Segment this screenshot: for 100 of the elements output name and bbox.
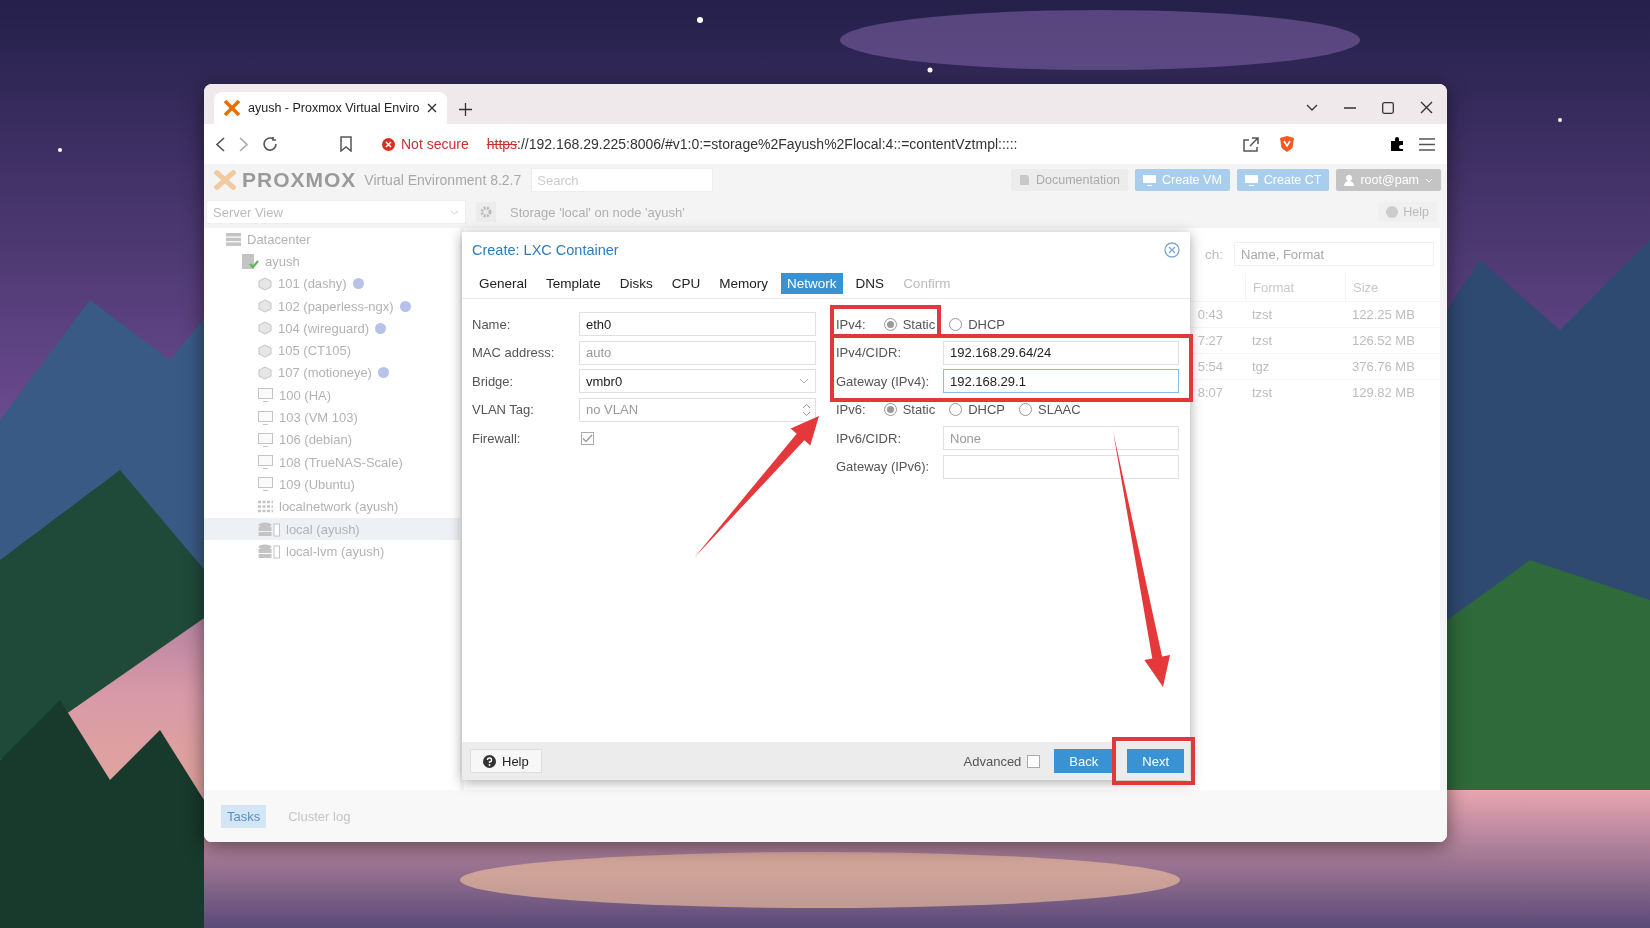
checkbox[interactable] <box>1027 754 1041 768</box>
close-icon[interactable] <box>1420 101 1433 114</box>
back-icon[interactable] <box>216 136 225 152</box>
field-label: Firewall: <box>472 429 522 448</box>
bookmark-icon[interactable] <box>340 136 352 152</box>
tree-item[interactable]: 100 (HA) <box>204 384 460 407</box>
reload-icon[interactable] <box>262 136 278 152</box>
logo-text: PROXMOX <box>242 168 357 192</box>
version-label: Virtual Environment 8.2.7 <box>364 172 522 188</box>
tree-item[interactable]: 108 (TrueNAS-Scale) <box>204 450 460 474</box>
select-field[interactable]: vmbr0 <box>579 369 816 394</box>
puzzle-icon[interactable] <box>1389 136 1405 152</box>
field-label: Gateway (IPv6): <box>836 458 931 477</box>
table-cell: 126.52 MB <box>1345 327 1440 353</box>
tree-item[interactable]: 102 (paperless-ngx) <box>204 294 460 318</box>
tree-item[interactable]: 101 (dashy) <box>204 272 460 295</box>
database-icon <box>258 521 280 537</box>
text-field[interactable] <box>943 454 1179 479</box>
tree-item[interactable]: 105 (CT105) <box>204 339 460 362</box>
header-button[interactable]: Documentation <box>1010 169 1129 191</box>
help-button[interactable]: Help <box>470 749 542 773</box>
caret-icon <box>799 378 809 385</box>
view-select[interactable]: Server View <box>206 200 466 224</box>
cube-icon <box>258 321 272 336</box>
text-field[interactable]: None <box>943 426 1179 451</box>
minimize-icon[interactable] <box>1344 106 1356 109</box>
chevron-down-icon[interactable] <box>1306 104 1318 111</box>
proxmox-logo-icon <box>224 100 240 116</box>
tree-item[interactable]: localnetwork (ayush) <box>204 495 460 518</box>
tree-item[interactable]: 104 (wireguard) <box>204 317 460 340</box>
caret-icon <box>450 209 459 215</box>
tree-item[interactable]: Datacenter <box>204 228 460 251</box>
text-field[interactable]: 192.168.29.1 <box>943 369 1179 394</box>
text-field[interactable]: 192.168.29.64/24 <box>943 340 1179 365</box>
tree-item[interactable]: 109 (Ubuntu) <box>204 473 460 496</box>
monitor-icon <box>258 432 273 447</box>
filter-field[interactable]: Name, Format <box>1234 242 1434 266</box>
header-button[interactable]: Create VM <box>1135 169 1230 191</box>
browser-tab[interactable]: ayush - Proxmox Virtual Enviro <box>214 92 447 124</box>
tree-item[interactable]: 107 (motioneye) <box>204 361 460 385</box>
wizard-tab[interactable]: Memory <box>713 272 775 294</box>
wizard-tab[interactable]: CPU <box>665 272 707 294</box>
search-label: ch: <box>1205 246 1223 262</box>
tree-item[interactable]: local-lvm (ayush) <box>204 540 460 563</box>
cube-icon <box>258 343 272 358</box>
forward-icon[interactable] <box>239 136 248 152</box>
radio-button[interactable] <box>1019 403 1032 417</box>
new-tab-icon[interactable] <box>459 103 472 116</box>
checkbox[interactable] <box>581 431 594 445</box>
text-field[interactable]: auto <box>579 340 816 365</box>
radio-button[interactable] <box>883 403 897 417</box>
maximize-icon[interactable] <box>1382 101 1394 114</box>
monitor-icon <box>1244 174 1258 186</box>
wizard-button[interactable]: Back <box>1054 749 1114 773</box>
tree-item[interactable]: 103 (VM 103) <box>204 406 460 429</box>
monitor-icon <box>258 388 273 403</box>
header-button[interactable]: root@pam <box>1336 169 1441 191</box>
radio-button[interactable] <box>949 317 963 331</box>
panel-title: Storage 'local' on node 'ayush' <box>510 204 686 220</box>
wizard-tab[interactable]: General <box>473 272 534 294</box>
spinner-field[interactable]: no VLAN <box>579 397 816 422</box>
radio-label[interactable]: SLAAC <box>1038 402 1081 418</box>
tree-item[interactable]: local (ayush) <box>204 517 460 541</box>
radio-button[interactable] <box>949 403 963 417</box>
close-icon[interactable] <box>427 103 438 113</box>
menu-icon[interactable] <box>1419 137 1435 151</box>
monitor-icon <box>258 455 273 470</box>
tree-item[interactable]: ayush <box>204 250 460 273</box>
table-cell: tzst <box>1245 327 1345 353</box>
table-cell: tzst <box>1245 379 1345 405</box>
shield-icon[interactable] <box>1279 135 1295 153</box>
caret-icon <box>1425 177 1433 183</box>
monitor-icon <box>258 477 273 492</box>
cube-icon <box>258 365 272 380</box>
address-bar[interactable]: Not secure https://192.168.29.225:8006/#v1:0:=storage%2Fayush%2Flocal:4::=contentVztmpl::::: <box>372 129 1305 159</box>
url-text: https://192.168.29.225:8006/#v1:0:=storage%2Fayush%2Flocal:4::=contentVztmpl::::: <box>486 136 1018 152</box>
header-button[interactable]: Create CT <box>1236 169 1330 191</box>
share-icon[interactable] <box>1243 136 1259 152</box>
wizard-tab[interactable]: Template <box>540 272 607 294</box>
wizard-tab[interactable]: DNS <box>849 272 891 294</box>
radio-label[interactable]: Static <box>902 402 936 418</box>
table-cell: tzst <box>1245 301 1345 327</box>
user-icon <box>1344 174 1355 186</box>
panel-tab[interactable]: Tasks <box>221 804 267 828</box>
security-label: Not secure <box>401 136 469 152</box>
radio-label[interactable]: DHCP <box>968 402 1005 418</box>
wizard-tab[interactable]: Network <box>781 272 843 294</box>
table-cell: 376.76 MB <box>1345 353 1440 379</box>
table-cell: 129.82 MB <box>1345 379 1440 405</box>
cube-icon <box>258 276 272 291</box>
table-cell: tgz <box>1245 353 1345 379</box>
field-label: IPv6/CIDR: <box>836 429 902 448</box>
tree-item[interactable]: 106 (debian) <box>204 428 460 451</box>
wizard-button[interactable]: Next <box>1127 749 1184 773</box>
spinner-arrows-icon[interactable] <box>802 402 811 417</box>
wizard-tab[interactable]: Disks <box>613 272 659 294</box>
radio-button[interactable] <box>883 317 897 331</box>
database-icon <box>258 543 280 559</box>
text-field[interactable]: eth0 <box>579 312 816 336</box>
advanced-label: Advanced <box>963 753 1022 769</box>
